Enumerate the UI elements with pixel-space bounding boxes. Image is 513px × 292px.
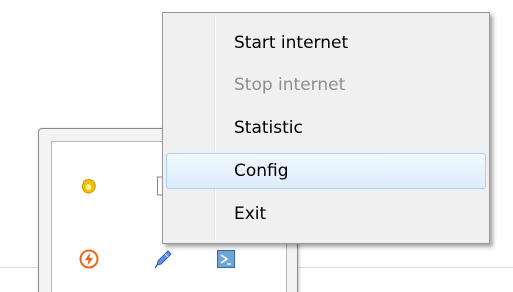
menu-item-exit[interactable]: Exit (166, 196, 486, 232)
menu-item-label: Stop internet (234, 75, 346, 95)
menu-item-stop-internet[interactable]: Stop internet (166, 67, 486, 103)
menu-item-label: Statistic (234, 118, 303, 138)
menu-item-start-internet[interactable]: Start internet (166, 25, 486, 61)
yellow-app-icon[interactable] (79, 177, 99, 197)
terminal-icon[interactable] (216, 249, 236, 269)
desktop: Start internet Stop internet Statistic C… (0, 0, 513, 292)
menu-item-config[interactable]: Config (166, 153, 486, 189)
menu-item-statistic[interactable]: Statistic (166, 110, 486, 146)
lightning-icon[interactable] (79, 249, 99, 269)
menu-item-label: Start internet (234, 33, 349, 53)
pen-icon[interactable] (153, 249, 173, 269)
menu-item-label: Exit (234, 204, 267, 224)
menu-item-label: Config (234, 161, 289, 181)
tray-context-menu: Start internet Stop internet Statistic C… (162, 12, 490, 244)
